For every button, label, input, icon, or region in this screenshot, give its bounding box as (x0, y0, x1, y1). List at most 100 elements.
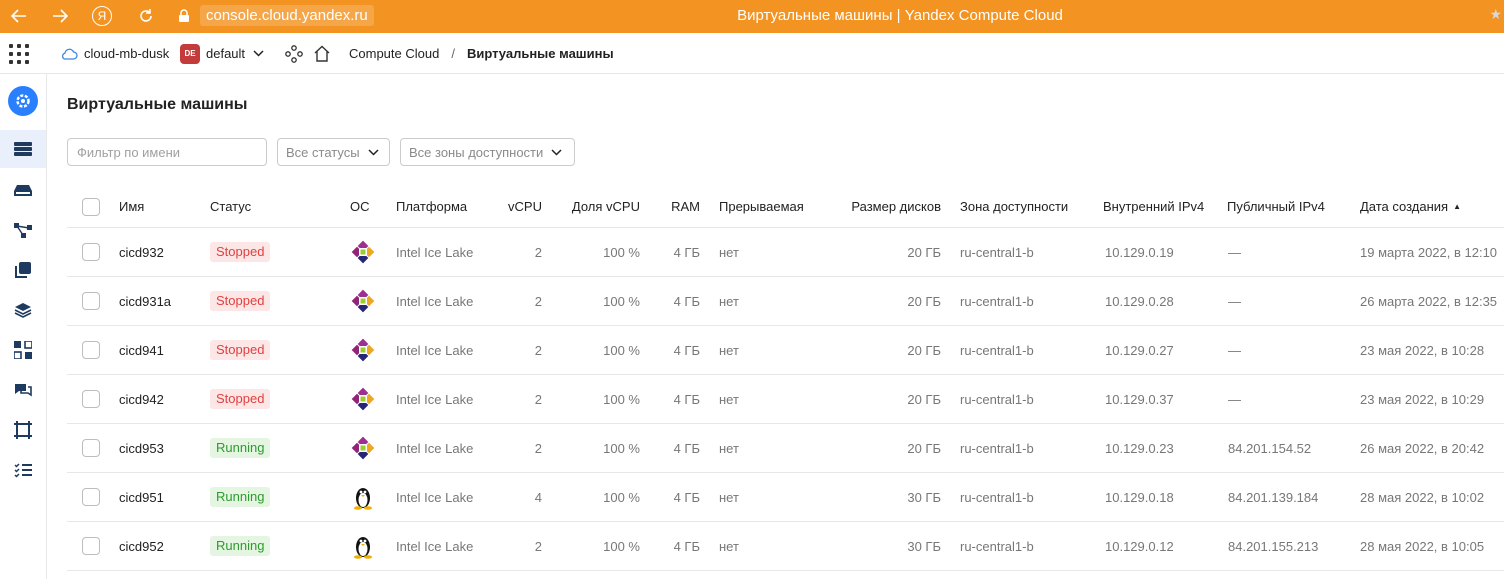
col-zone[interactable]: Зона доступности (960, 186, 1068, 227)
reload-button[interactable] (133, 4, 159, 28)
platform-cell: Intel Ice Lake (396, 293, 474, 309)
status-badge: Running (210, 536, 271, 556)
apps-grid-icon[interactable] (9, 44, 29, 64)
status-badge: Stopped (210, 340, 271, 360)
disk-cell: 20 ГБ (907, 391, 941, 407)
services-icon (285, 44, 303, 63)
sidebar-item-vms[interactable] (0, 130, 46, 168)
ram-cell: 4 ГБ (673, 244, 700, 260)
ipv4-public-cell: — (1228, 293, 1241, 309)
folder-badge: DE (180, 43, 200, 64)
col-created[interactable]: Дата создания ▲ (1360, 186, 1461, 227)
ipv4-public-cell: — (1228, 244, 1241, 260)
created-cell: 26 мая 2022, в 20:42 (1360, 440, 1485, 456)
forward-button[interactable] (47, 4, 73, 28)
cloud-selector[interactable]: cloud-mb-dusk (60, 33, 169, 74)
sidebar-item-groups[interactable] (0, 331, 46, 369)
row-checkbox[interactable] (82, 439, 100, 457)
os-cell (350, 326, 376, 374)
vcpu-share-cell: 100 % (603, 489, 640, 505)
col-vcpu[interactable]: vCPU (492, 186, 542, 227)
sidebar-item-compute[interactable] (0, 82, 46, 120)
row-checkbox[interactable] (82, 390, 100, 408)
sidebar-item-disks[interactable] (0, 171, 46, 209)
ram-cell: 4 ГБ (673, 293, 700, 309)
preemptible-cell: нет (719, 342, 739, 358)
status-badge: Stopped (210, 389, 271, 409)
vm-name[interactable]: cicd941 (119, 326, 164, 374)
vm-name[interactable]: cicd951 (119, 473, 164, 521)
ipv4-internal-cell: 10.129.0.19 (1105, 244, 1174, 260)
os-cell (350, 473, 376, 521)
address-bar[interactable]: console.cloud.yandex.ru (176, 3, 386, 28)
table-row[interactable]: cicd932 Stopped Intel Ice Lake 2 100 % 4 ГБ не… (67, 228, 1504, 277)
col-ram[interactable]: RAM (652, 186, 700, 227)
ipv4-public-cell: — (1228, 342, 1241, 358)
checklist-icon (14, 463, 32, 478)
vm-name[interactable]: cicd932 (119, 228, 164, 276)
col-name[interactable]: Имя (119, 186, 144, 227)
sidebar-item-placement[interactable] (0, 211, 46, 249)
table-row[interactable]: cicd953 Running Intel Ice Lake 2 100 % 4 ГБ не… (67, 424, 1504, 473)
status-cell: Running (210, 473, 271, 521)
col-ipv4-internal[interactable]: Внутренний IPv4 (1103, 186, 1204, 227)
centos-logo-icon (351, 387, 375, 411)
status-filter-select[interactable]: Все статусы (277, 138, 390, 166)
vcpu-share-cell: 100 % (603, 538, 640, 554)
vcpu-share-cell: 100 % (603, 391, 640, 407)
row-checkbox[interactable] (82, 341, 100, 359)
preemptible-cell: нет (719, 244, 739, 260)
row-checkbox-cell (82, 326, 100, 374)
preemptible-cell: нет (719, 391, 739, 407)
vm-name[interactable]: cicd931a (119, 277, 171, 325)
services-button[interactable] (285, 33, 303, 74)
table-row[interactable]: cicd942 Stopped Intel Ice Lake 2 100 % 4 ГБ не… (67, 375, 1504, 424)
table-row[interactable]: cicd951 Running Intel Ice Lake 4 100 % 4 ГБ не… (67, 473, 1504, 522)
ram-cell: 4 ГБ (673, 342, 700, 358)
table-row[interactable]: cicd952 Running Intel Ice Lake 2 100 % 4 ГБ не… (67, 522, 1504, 571)
zone-filter-select[interactable]: Все зоны доступности (400, 138, 575, 166)
vm-name[interactable]: cicd952 (119, 522, 164, 570)
select-all-checkbox[interactable] (82, 197, 100, 216)
name-filter-input[interactable] (67, 138, 267, 166)
preemptible-cell: нет (719, 489, 739, 505)
back-button[interactable] (6, 4, 32, 28)
sidebar-item-filesystems[interactable] (0, 411, 46, 449)
chevron-down-icon (253, 50, 264, 57)
table-row[interactable]: cicd931a Stopped Intel Ice Lake 2 100 % 4 ГБ н… (67, 277, 1504, 326)
os-cell (350, 424, 376, 472)
table-row[interactable]: cicd941 Stopped Intel Ice Lake 2 100 % 4 ГБ не… (67, 326, 1504, 375)
sidebar-item-operations[interactable] (0, 451, 46, 489)
centos-logo-icon (351, 338, 375, 362)
col-vcpu-share[interactable]: Доля vCPU (557, 186, 640, 227)
col-disk[interactable]: Размер дисков (827, 186, 941, 227)
row-checkbox[interactable] (82, 292, 100, 310)
platform-cell: Intel Ice Lake (396, 440, 474, 456)
col-ipv4-public[interactable]: Публичный IPv4 (1227, 186, 1325, 227)
row-checkbox[interactable] (82, 537, 100, 555)
ipv4-internal-cell: 10.129.0.18 (1105, 489, 1174, 505)
folder-selector[interactable]: DE default (180, 33, 264, 74)
vcpu-share-cell: 100 % (603, 293, 640, 309)
url-text: console.cloud.yandex.ru (200, 5, 374, 26)
bookmark-star-icon[interactable]: ★ (1489, 6, 1502, 23)
col-platform[interactable]: Платформа (396, 186, 467, 227)
breadcrumb-service[interactable]: Compute Cloud (349, 46, 439, 61)
col-os[interactable]: ОС (350, 186, 370, 227)
col-status[interactable]: Статус (210, 186, 251, 227)
sidebar-item-images[interactable] (0, 251, 46, 289)
breadcrumb: Compute Cloud / Виртуальные машины (349, 33, 614, 74)
sidebar-item-layers[interactable] (0, 291, 46, 329)
row-checkbox[interactable] (82, 488, 100, 506)
vm-name[interactable]: cicd942 (119, 375, 164, 423)
home-button[interactable] (313, 33, 331, 74)
col-preemptible[interactable]: Прерываемая (719, 186, 804, 227)
yandex-button[interactable]: Я (89, 4, 115, 28)
zone-cell: ru-central1-b (960, 342, 1034, 358)
compute-gear-icon (8, 86, 38, 116)
sidebar-item-snapshots[interactable] (0, 371, 46, 409)
vcpu-cell: 2 (534, 440, 542, 456)
row-checkbox[interactable] (82, 243, 100, 261)
breadcrumb-current: Виртуальные машины (466, 46, 614, 61)
vm-name[interactable]: cicd953 (119, 424, 164, 472)
